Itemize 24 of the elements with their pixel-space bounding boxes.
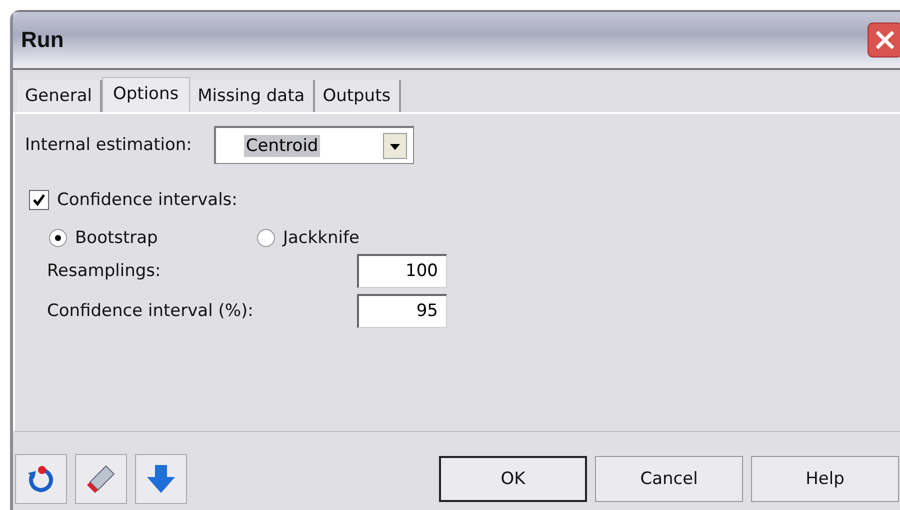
tab[interactable]: Missing data [190,80,315,112]
eraser-button[interactable] [75,454,127,504]
radio-label: Bootstrap [75,228,158,248]
dialog-button[interactable]: Cancel [595,456,743,502]
window-title: Run [21,27,64,53]
tab[interactable]: General [17,80,102,112]
radio-label: Jackknife [283,228,360,248]
checkbox-label: Confidence intervals: [57,190,238,210]
radio-button[interactable] [257,229,275,247]
tab[interactable]: Options [102,77,190,114]
dialog-button[interactable]: Help [751,456,899,502]
tab[interactable]: Outputs [314,80,401,112]
refresh-button[interactable] [15,454,67,504]
estimation-dropdown[interactable]: Centroid [214,126,414,164]
field-label: Internal estimation: [25,135,192,155]
field-label: Confidence interval (%): [47,301,254,321]
down-arrow-button[interactable] [135,454,187,504]
checkbox[interactable] [29,190,49,210]
close-icon[interactable] [867,22,900,58]
dialog-button[interactable]: OK [439,456,587,502]
input-field[interactable]: 100 [357,254,447,288]
field-label: Resamplings: [47,261,161,281]
radio-button[interactable] [49,229,67,247]
input-field[interactable]: 95 [357,294,447,328]
